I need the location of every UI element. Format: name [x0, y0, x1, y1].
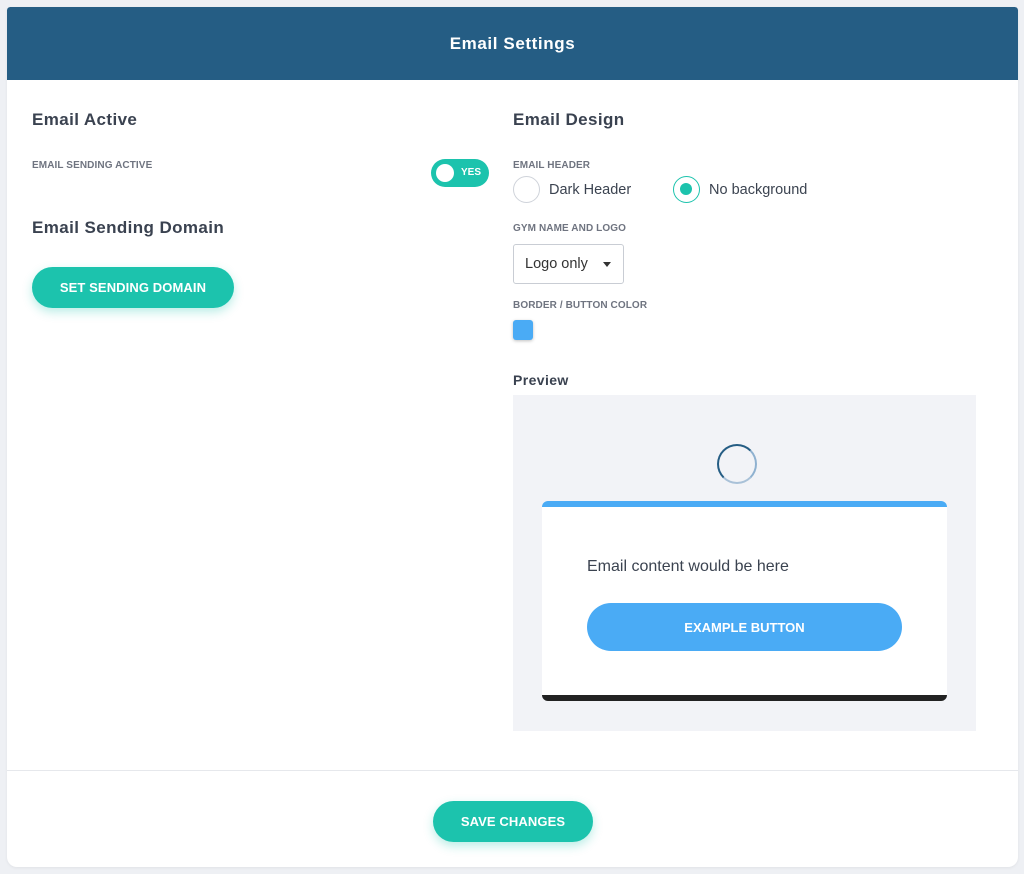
radio-dark-header-label: Dark Header — [549, 181, 632, 198]
set-sending-domain-button[interactable]: SET SENDING DOMAIN — [32, 267, 234, 308]
radio-circle — [513, 176, 540, 203]
chevron-down-icon — [603, 262, 611, 267]
email-preview-card: Email content would be here EXAMPLE BUTT… — [542, 501, 947, 701]
email-content-text: Email content would be here — [587, 558, 789, 575]
radio-no-background[interactable]: No background — [673, 176, 807, 203]
radio-circle-selected — [673, 176, 700, 203]
gym-logo-select-value: Logo only — [525, 256, 588, 272]
email-active-heading: Email Active — [32, 110, 138, 129]
radio-no-background-label: No background — [709, 181, 808, 198]
radio-dark-header[interactable]: Dark Header — [513, 176, 631, 203]
footer-divider — [7, 770, 1018, 771]
email-sending-active-label: EMAIL SENDING ACTIVE — [32, 160, 153, 171]
email-sending-domain-heading: Email Sending Domain — [32, 218, 225, 237]
gym-name-logo-label: GYM NAME AND LOGO — [513, 223, 626, 234]
example-button[interactable]: EXAMPLE BUTTON — [587, 603, 902, 651]
email-settings-card: Email Settings Email Active EMAIL SENDIN… — [7, 7, 1018, 867]
save-changes-button[interactable]: SAVE CHANGES — [433, 801, 593, 842]
loading-spinner-icon — [717, 444, 757, 484]
email-design-heading: Email Design — [513, 110, 625, 129]
color-swatch[interactable] — [513, 320, 533, 340]
card-header: Email Settings — [7, 7, 1018, 80]
border-button-color-label: BORDER / BUTTON COLOR — [513, 300, 648, 311]
email-sending-toggle[interactable]: YES — [431, 159, 489, 187]
email-header-label: EMAIL HEADER — [513, 160, 591, 171]
email-preview: Email content would be here EXAMPLE BUTT… — [513, 395, 976, 731]
toggle-state-label: YES — [460, 167, 481, 178]
toggle-knob — [436, 164, 454, 182]
preview-heading: Preview — [513, 372, 569, 388]
gym-logo-select[interactable]: Logo only — [513, 244, 624, 284]
page-title: Email Settings — [449, 33, 576, 53]
